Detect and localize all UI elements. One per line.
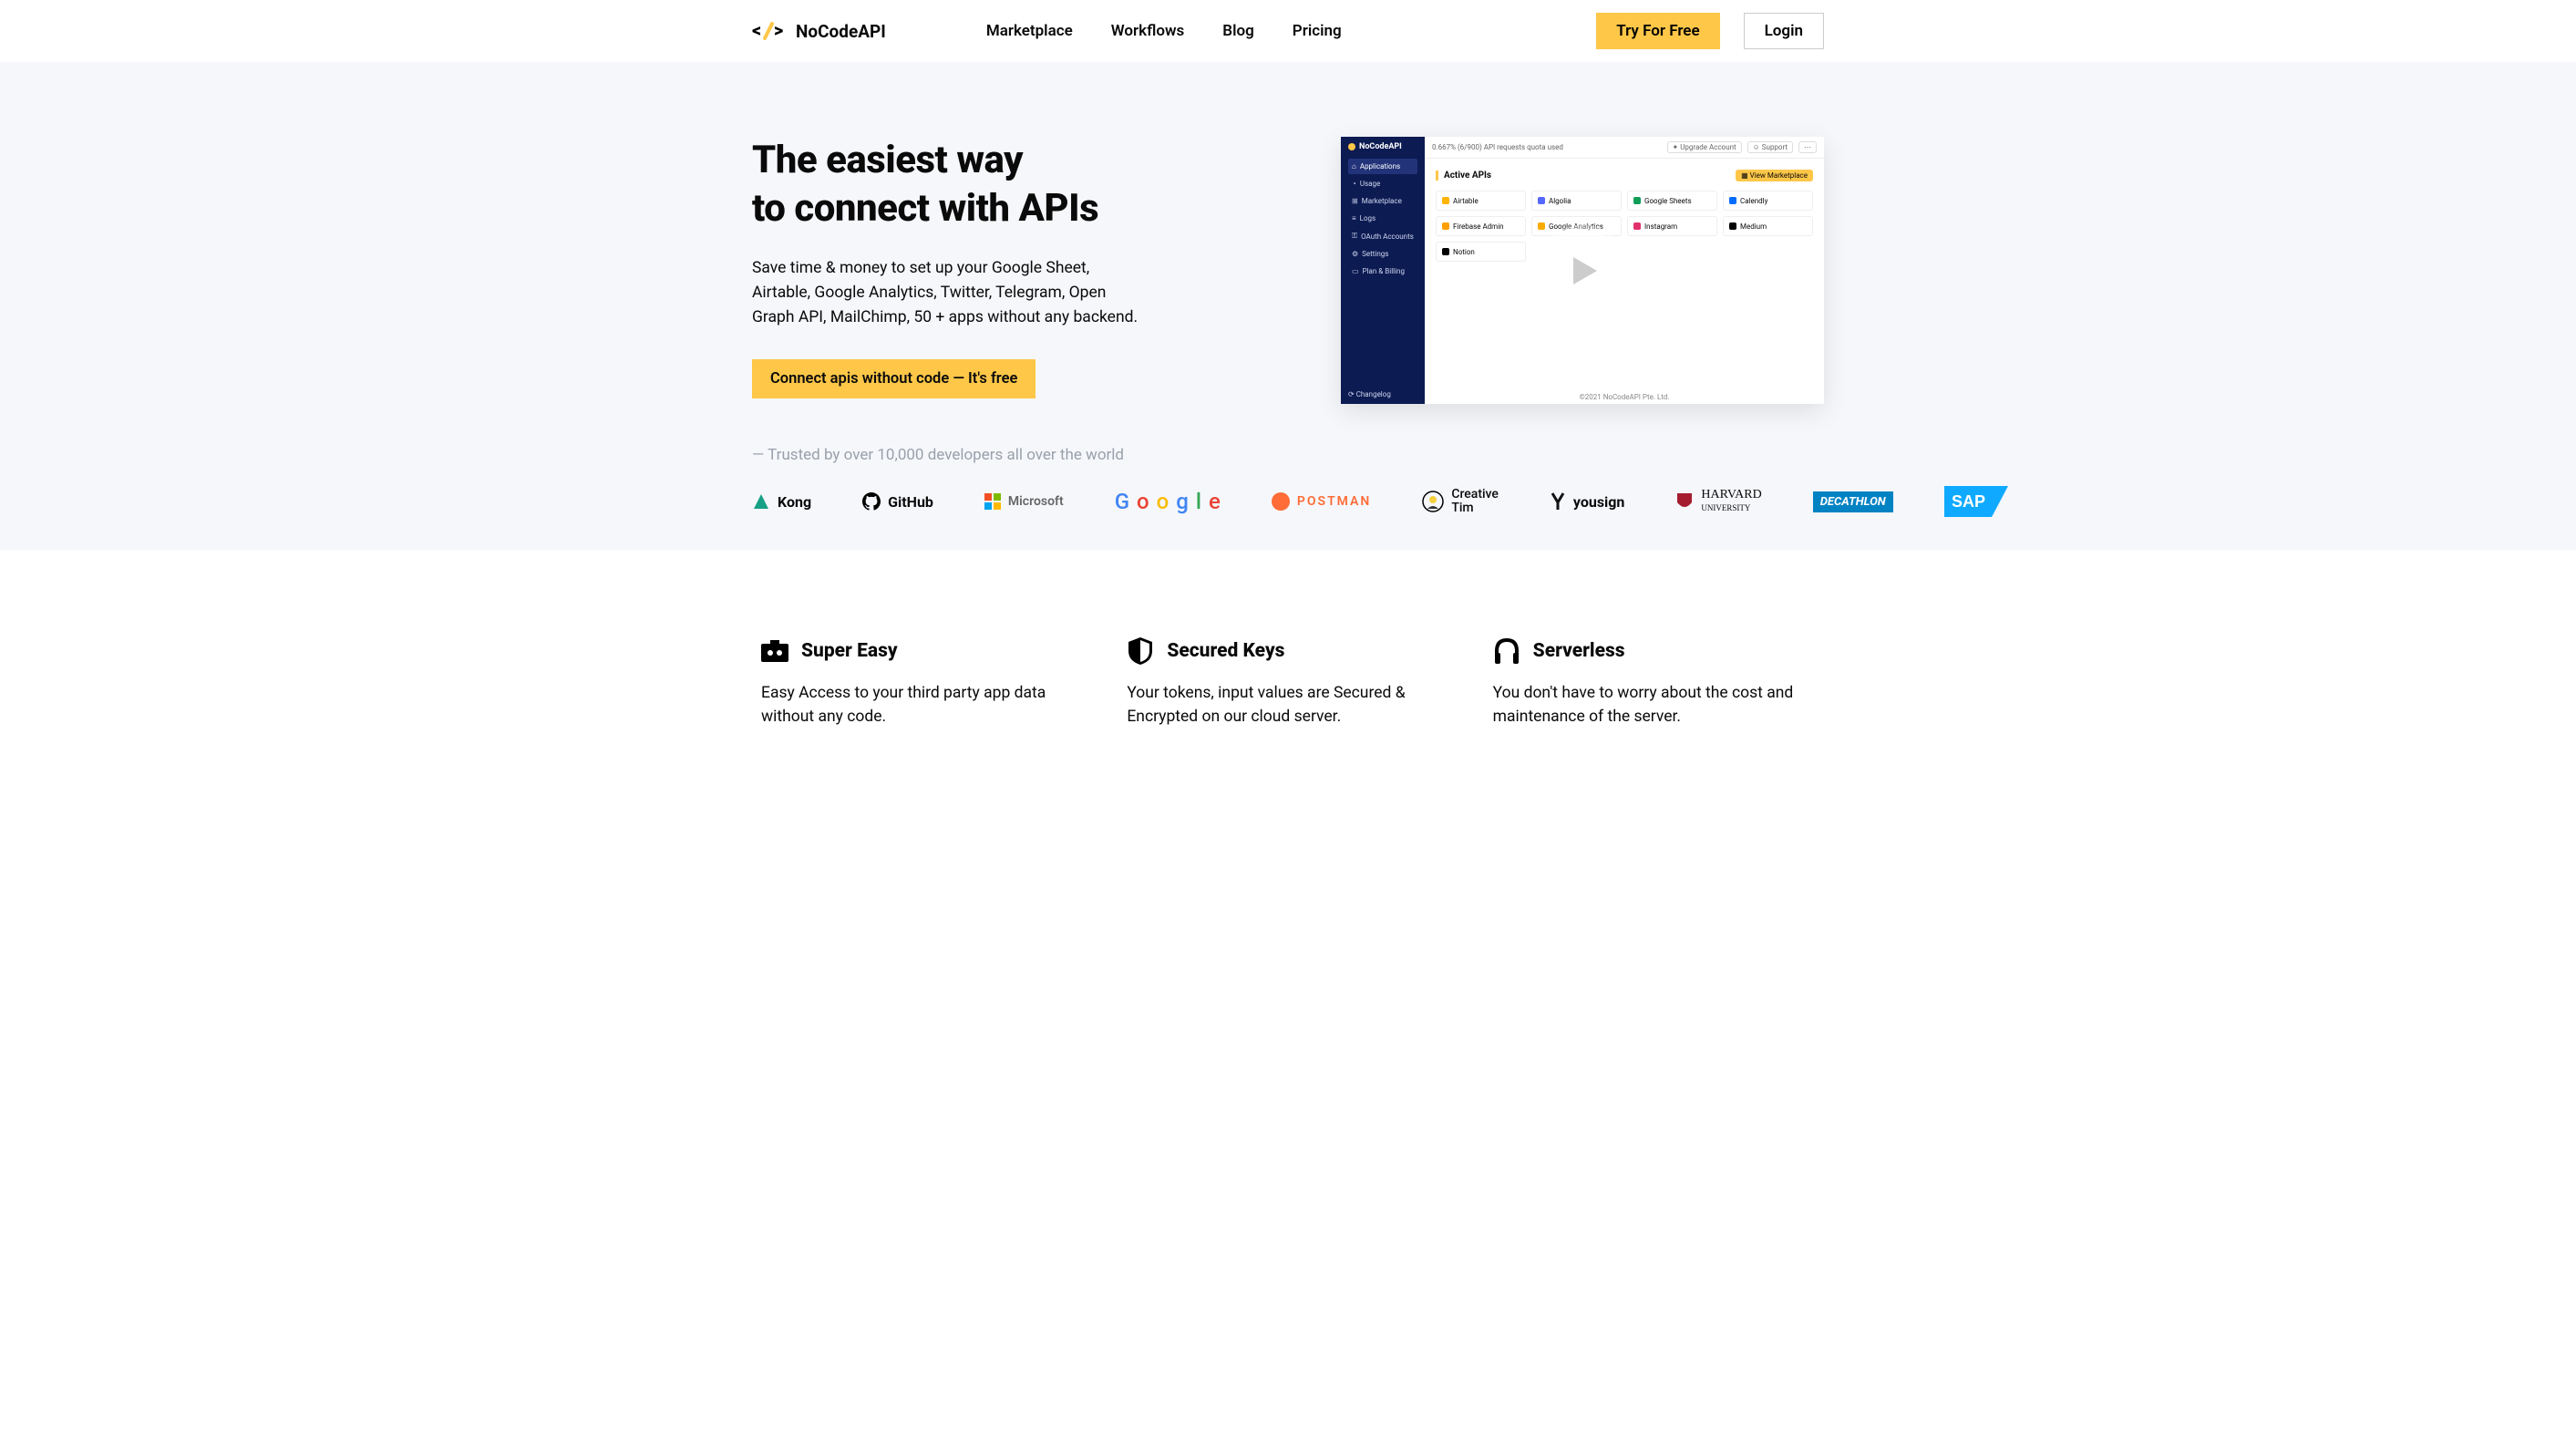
trusted-text: — Trusted by over 10,000 developers all … <box>752 446 1824 464</box>
mock-sidebar-item: ▭Plan & Billing <box>1348 264 1417 279</box>
mock-sidebar-item: ≡Logs <box>1348 211 1417 226</box>
hero-title: The easiest way to connect with APIs <box>752 137 1262 233</box>
mock-brand: NoCodeAPI <box>1359 142 1402 151</box>
shield-icon <box>1127 637 1154 665</box>
mock-sidebar-item: ⊞Marketplace <box>1348 193 1417 209</box>
feature-title: Super Easy <box>801 640 898 662</box>
demo-video-thumbnail[interactable]: NoCodeAPI ⌂Applications ◔Usage ⊞Marketpl… <box>1341 137 1824 404</box>
feature-super-easy: Super Easy Easy Access to your third par… <box>761 637 1083 729</box>
mock-sidebar-item: ⚙Settings <box>1348 246 1417 262</box>
mock-usage: 0.667% (6/900) API requests quota used <box>1432 143 1563 151</box>
nav-link-workflows[interactable]: Workflows <box>1111 22 1185 40</box>
mock-api-card: Instagram <box>1627 216 1717 236</box>
mock-api-card: Google Sheets <box>1627 191 1717 211</box>
hero-title-line1: The easiest way <box>752 138 1023 182</box>
login-button[interactable]: Login <box>1744 13 1824 49</box>
brand-name: NoCodeAPI <box>796 21 886 42</box>
mock-menu: ⋯ <box>1798 141 1817 153</box>
play-button[interactable] <box>1541 230 1623 312</box>
nav-actions: Try For Free Login <box>1596 13 1824 49</box>
trusted-section: — Trusted by over 10,000 developers all … <box>752 446 1824 550</box>
hero-section: The easiest way to connect with APIs Sav… <box>0 62 2576 550</box>
logo-github: GitHub <box>862 492 933 511</box>
feature-desc: You don't have to worry about the cost a… <box>1493 681 1815 729</box>
logo-sap: SAP <box>1944 486 2008 517</box>
feature-title: Serverless <box>1533 640 1625 662</box>
logo-google: Google <box>1115 489 1221 514</box>
headphones-icon <box>1493 637 1520 665</box>
mock-api-card: Medium <box>1723 216 1813 236</box>
mock-sidebar-item: ⚿OAuth Accounts <box>1348 228 1417 244</box>
feature-desc: Your tokens, input values are Secured & … <box>1127 681 1448 729</box>
hero-cta-button[interactable]: Connect apis without code — It's free <box>752 359 1036 398</box>
nav-link-blog[interactable]: Blog <box>1222 22 1254 40</box>
mock-body: Active APIs ▦ View Marketplace AirtableA… <box>1425 159 1824 389</box>
feature-desc: Easy Access to your third party app data… <box>761 681 1083 729</box>
mock-footer: ©2021 NoCodeAPI Pte. Ltd. <box>1425 389 1824 404</box>
feature-secured-keys: Secured Keys Your tokens, input values a… <box>1127 637 1448 729</box>
nav-link-marketplace[interactable]: Marketplace <box>986 22 1073 40</box>
hero-text: The easiest way to connect with APIs Sav… <box>752 137 1262 404</box>
feature-serverless: Serverless You don't have to worry about… <box>1493 637 1815 729</box>
brand-logo[interactable]: < > NoCodeAPI <box>752 20 886 42</box>
trusted-logos: Kong GitHub Microsoft Google POSTMAN Cre… <box>752 486 1824 517</box>
try-free-button[interactable]: Try For Free <box>1596 13 1719 49</box>
logo-yousign: yousign <box>1550 491 1625 512</box>
feature-title: Secured Keys <box>1167 640 1284 662</box>
mock-view-marketplace: ▦ View Marketplace <box>1736 170 1813 181</box>
hero-title-line2: to connect with APIs <box>752 186 1098 231</box>
logo-creative-tim: CreativeTim <box>1422 488 1499 516</box>
hero-subtitle: Save time & money to set up your Google … <box>752 256 1144 330</box>
nav-link-pricing[interactable]: Pricing <box>1293 22 1342 40</box>
logo-harvard: HARVARDUNIVERSITY <box>1675 489 1761 514</box>
svg-text:SAP: SAP <box>1952 492 1985 511</box>
mock-api-card: Firebase Admin <box>1436 216 1526 236</box>
play-icon <box>1573 257 1597 284</box>
mock-support: ☺ Support <box>1747 141 1793 153</box>
features-section: Super Easy Easy Access to your third par… <box>752 550 1824 729</box>
svg-text:<: < <box>752 20 761 41</box>
logo-postman: POSTMAN <box>1272 492 1371 511</box>
mock-api-card: Calendly <box>1723 191 1813 211</box>
logo-decathlon: DECATHLON <box>1813 491 1893 512</box>
nav-links: Marketplace Workflows Blog Pricing <box>986 22 1342 40</box>
mock-api-card: Algolia <box>1531 191 1622 211</box>
mock-changelog: ⟳ Changelog <box>1348 390 1391 398</box>
mock-topbar: 0.667% (6/900) API requests quota used ✦… <box>1425 137 1824 159</box>
logo-icon: < > <box>752 20 787 42</box>
mock-upgrade: ✦ Upgrade Account <box>1667 141 1742 153</box>
camera-icon <box>761 637 788 665</box>
mock-sidebar-item: ◔Usage <box>1348 176 1417 191</box>
logo-microsoft: Microsoft <box>984 493 1064 510</box>
mock-sidebar: NoCodeAPI ⌂Applications ◔Usage ⊞Marketpl… <box>1341 137 1425 404</box>
mock-api-card: Notion <box>1436 242 1526 262</box>
mock-api-card: Airtable <box>1436 191 1526 211</box>
site-header: < > NoCodeAPI Marketplace Workflows Blog… <box>0 0 2576 62</box>
top-nav: < > NoCodeAPI Marketplace Workflows Blog… <box>752 0 1824 62</box>
mock-active-apis-title: Active APIs <box>1436 171 1491 181</box>
logo-kong: Kong <box>752 492 811 511</box>
mock-sidebar-item: ⌂Applications <box>1348 159 1417 174</box>
svg-text:>: > <box>774 20 783 41</box>
